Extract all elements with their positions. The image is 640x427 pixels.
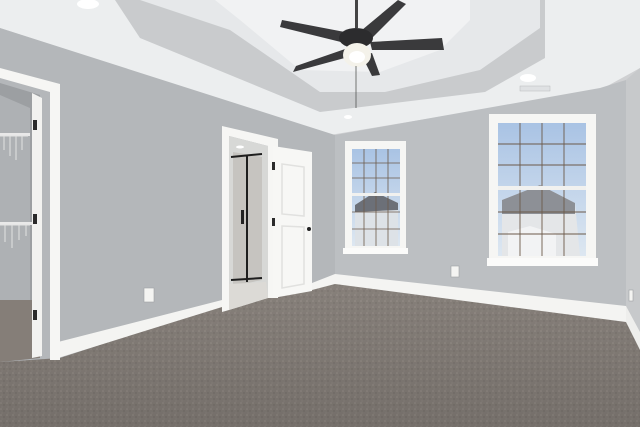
shower-door-handle[interactable] [241,210,244,224]
fan-downrod [355,0,358,28]
door-hinge [33,120,37,130]
closet-interior-wall [0,95,30,300]
bathroom-ceiling-light [236,145,244,149]
door-hinge [272,162,275,170]
recessed-light [344,115,352,119]
wall-outlet [450,265,460,278]
wall-outlet [628,289,634,302]
window-small-sill [343,248,408,254]
window-grille [498,186,586,190]
window-grille [352,193,400,196]
recessed-light [520,74,536,82]
fan-light-glow [349,51,365,63]
door-knob[interactable] [307,227,311,231]
wall-outlet [143,287,155,303]
door-hinge [272,218,275,226]
bedroom-photo [0,0,640,427]
window-large-sill [487,258,598,266]
right-wall [626,68,640,345]
bathroom-door[interactable] [273,146,312,298]
door-hinge [33,214,37,224]
air-vent [519,85,551,92]
door-hinge [33,310,37,320]
